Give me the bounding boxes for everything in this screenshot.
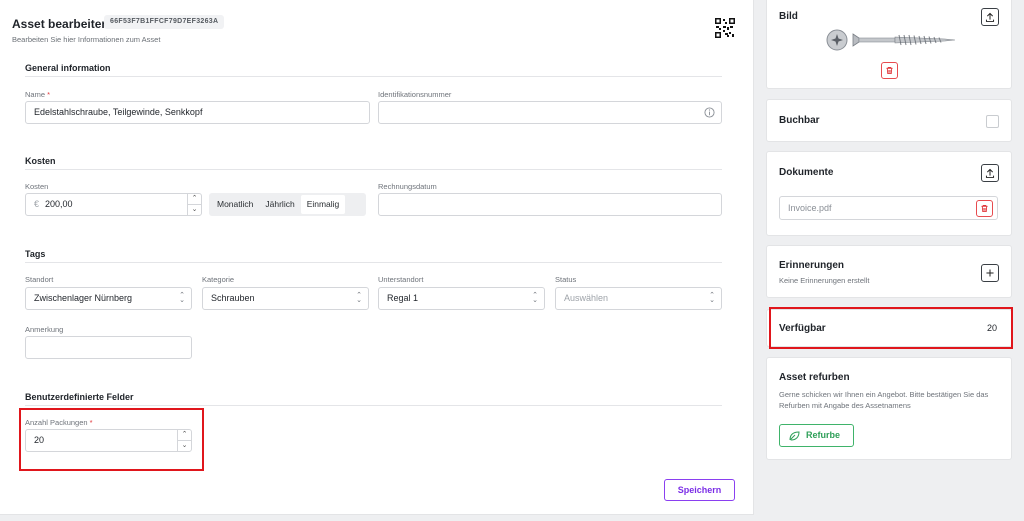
general-section-title: General information <box>25 63 111 73</box>
asset-edit-panel: Asset bearbeiten 66F53F7B1FFCF79D7EF3263… <box>0 0 754 515</box>
cost-label: Kosten <box>25 182 49 191</box>
asset-id-badge: 66F53F7B1FFCF79D7EF3263A <box>104 15 225 29</box>
id-number-label: Identifikationsnummer <box>378 90 452 99</box>
info-icon[interactable] <box>704 107 715 118</box>
name-input[interactable]: Edelstahlschraube, Teilgewinde, Senkkopf <box>25 101 370 124</box>
reminders-subtitle: Keine Erinnerungen erstellt <box>779 276 870 285</box>
bookable-checkbox[interactable] <box>986 115 999 128</box>
chevron-up-down-icon: ⌃ ⌄ <box>709 292 715 304</box>
highlight-box-packages <box>19 408 204 471</box>
name-label: Name * <box>25 90 51 99</box>
interval-segmented-control: Monatlich Jährlich Einmalig <box>209 193 366 216</box>
plus-icon[interactable] <box>981 264 999 282</box>
location-label: Standort <box>25 275 54 284</box>
save-button[interactable]: Speichern <box>664 479 735 501</box>
document-file-name: Invoice.pdf <box>788 203 832 213</box>
screw-product-image <box>826 29 956 51</box>
trash-icon[interactable] <box>976 200 993 217</box>
location-select[interactable]: Zwischenlager Nürnberg ⌃ ⌄ <box>25 287 192 310</box>
trash-icon[interactable] <box>881 62 898 79</box>
documents-title: Dokumente <box>779 167 834 178</box>
refurb-card: Asset refurben Gerne schicken wir Ihnen … <box>766 357 1012 460</box>
interval-once[interactable]: Einmalig <box>300 195 346 214</box>
leaf-icon <box>789 431 800 441</box>
invoice-date-input[interactable] <box>378 193 722 216</box>
invoice-date-label: Rechnungsdatum <box>378 182 437 191</box>
chevron-up-down-icon: ⌃ ⌄ <box>179 292 185 304</box>
qr-code-icon[interactable] <box>715 18 735 38</box>
sublocation-select[interactable]: Regal 1 ⌃ ⌄ <box>378 287 545 310</box>
chevron-down-icon[interactable]: ⌄ <box>188 205 201 216</box>
bookable-title: Buchbar <box>779 115 820 126</box>
divider <box>25 405 722 406</box>
chevron-up-down-icon: ⌃ ⌄ <box>532 292 538 304</box>
upload-icon[interactable] <box>981 8 999 26</box>
divider <box>25 169 722 170</box>
highlight-box-available <box>769 307 1013 349</box>
cost-stepper[interactable]: ⌃ ⌄ <box>187 194 201 215</box>
cost-value: 200,00 <box>45 199 73 209</box>
divider <box>25 262 722 263</box>
tags-section-title: Tags <box>25 249 46 259</box>
status-select[interactable]: Auswählen ⌃ ⌄ <box>555 287 722 310</box>
interval-yearly[interactable]: Jährlich <box>259 195 300 214</box>
documents-card: Dokumente Invoice.pdf <box>766 151 1012 236</box>
costs-section-title: Kosten <box>25 156 56 166</box>
refurbe-button[interactable]: Refurbe <box>779 424 854 447</box>
upload-icon[interactable] <box>981 164 999 182</box>
divider <box>25 76 722 77</box>
refurb-title: Asset refurben <box>779 372 850 383</box>
chevron-up-down-icon: ⌃ ⌄ <box>356 292 362 304</box>
reminders-title: Erinnerungen <box>779 260 845 271</box>
note-input[interactable] <box>25 336 192 359</box>
chevron-up-icon[interactable]: ⌃ <box>188 194 201 205</box>
page-title: Asset bearbeiten <box>12 17 109 31</box>
category-select[interactable]: Schrauben ⌃ ⌄ <box>202 287 369 310</box>
category-label: Kategorie <box>202 275 235 284</box>
status-label: Status <box>555 275 577 284</box>
bookable-card: Buchbar <box>766 99 1012 142</box>
refurb-description: Gerne schicken wir Ihnen ein Angebot. Bi… <box>779 390 989 410</box>
image-card: Bild <box>766 0 1012 89</box>
page-subtitle: Bearbeiten Sie hier Informationen zum As… <box>12 35 161 44</box>
sublocation-label: Unterstandort <box>378 275 424 284</box>
image-card-title: Bild <box>779 11 798 22</box>
document-file-item[interactable]: Invoice.pdf <box>779 196 998 220</box>
cost-input[interactable]: €200,00 ⌃ ⌄ <box>25 193 202 216</box>
reminders-card: Erinnerungen Keine Erinnerungen erstellt <box>766 245 1012 298</box>
interval-monthly[interactable]: Monatlich <box>211 195 259 214</box>
currency-symbol: € <box>34 199 40 209</box>
custom-fields-section-title: Benutzerdefinierte Felder <box>25 392 134 402</box>
id-number-input[interactable] <box>378 101 722 124</box>
note-label: Anmerkung <box>25 325 64 334</box>
